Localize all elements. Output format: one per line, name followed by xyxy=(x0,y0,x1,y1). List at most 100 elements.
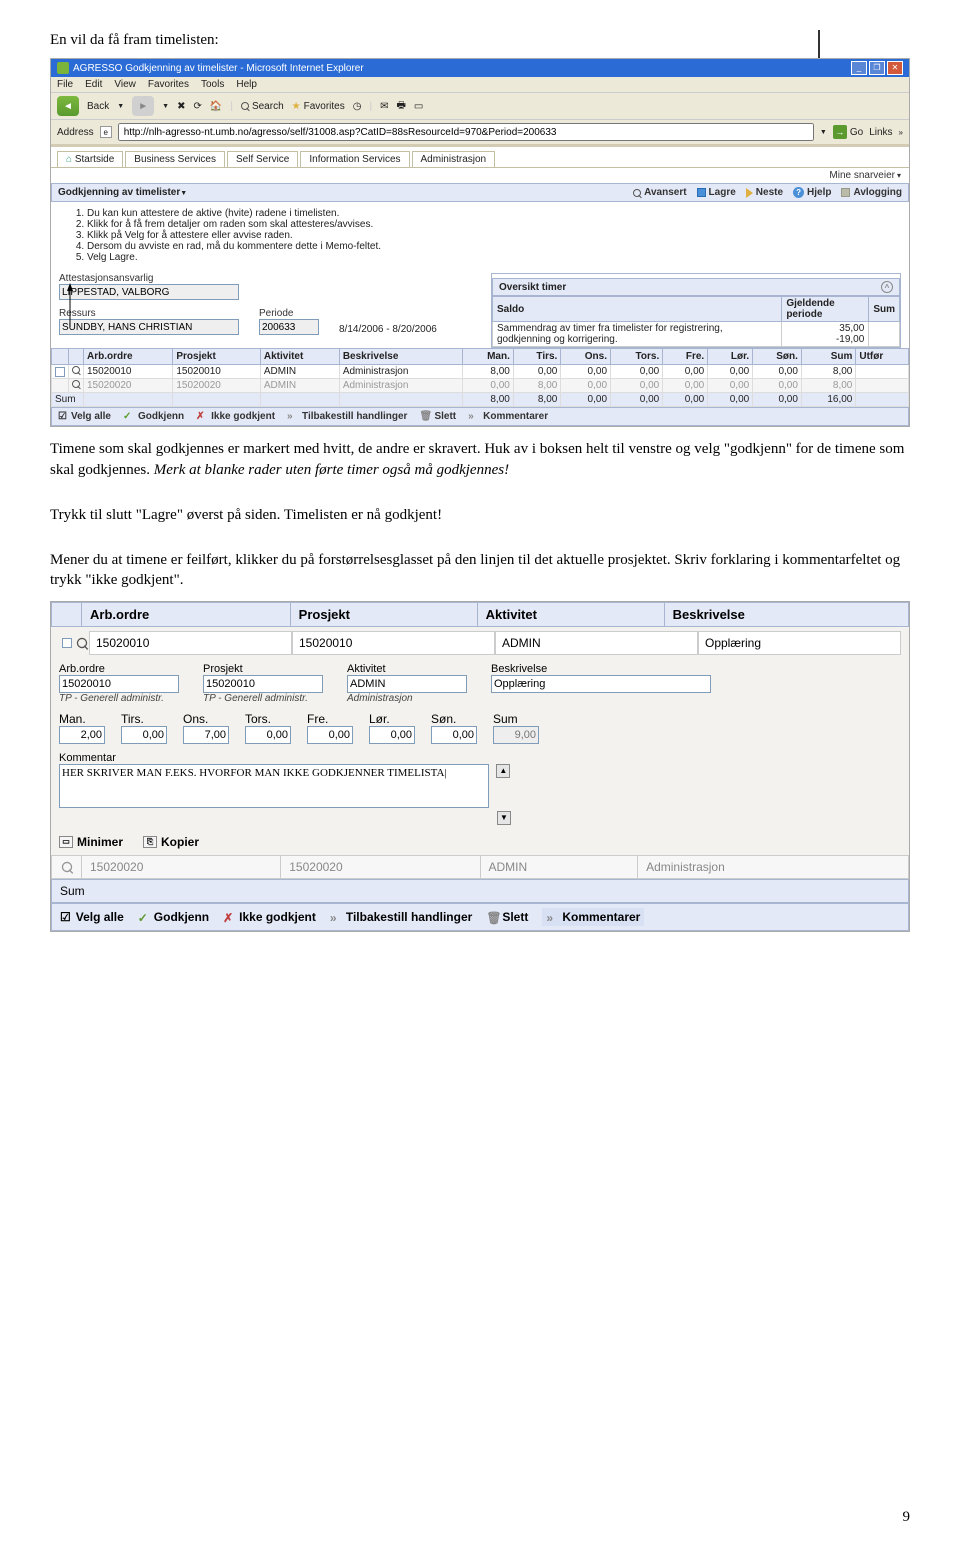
search-icon xyxy=(241,102,249,110)
kommentarer-button[interactable]: »Kommentarer xyxy=(468,411,548,422)
lbl-akt: Aktivitet xyxy=(347,663,467,675)
window-title: AGRESSO Godkjenning av timelister - Micr… xyxy=(73,63,364,74)
slett-button[interactable]: 🗑Slett xyxy=(486,908,528,926)
periode-field xyxy=(259,319,319,335)
address-label: Address xyxy=(57,127,94,138)
tilbakestill-button[interactable]: »Tilbakestill handlinger xyxy=(287,411,407,422)
key-icon xyxy=(841,188,850,197)
maximize-button[interactable]: ❐ xyxy=(869,61,885,75)
magnifier-icon[interactable] xyxy=(72,380,80,388)
akt-input[interactable] xyxy=(347,675,467,693)
star-icon: ★ xyxy=(292,101,301,112)
instr-4: Dersom du avviste en rad, må du kommente… xyxy=(87,241,899,252)
man-input[interactable] xyxy=(59,726,105,744)
row-checkbox[interactable] xyxy=(62,638,72,648)
app-icon xyxy=(57,62,69,74)
avansert-button[interactable]: Avansert xyxy=(633,187,686,198)
go-button[interactable]: →Go xyxy=(833,125,863,139)
minimize-button[interactable]: _ xyxy=(851,61,867,75)
stop-icon[interactable]: ✖ xyxy=(177,101,185,112)
tab-info[interactable]: Information Services xyxy=(300,151,409,167)
section-bar: Godkjenning av timelister▼ Avansert Lagr… xyxy=(51,183,909,202)
mail-icon[interactable]: ✉ xyxy=(380,101,388,112)
refresh-icon[interactable]: ⟳ xyxy=(194,101,202,112)
select-all-icon: ☑ xyxy=(60,910,71,924)
ikke-godkjent-button[interactable]: ✗Ikke godkjent xyxy=(223,908,316,926)
godkjenn-button[interactable]: ✓Godkjenn xyxy=(123,411,184,422)
lor-input[interactable] xyxy=(369,726,415,744)
history-icon[interactable]: ◷ xyxy=(353,101,362,112)
home-icon[interactable]: 🏠 xyxy=(210,101,222,112)
komm-label: Kommentar xyxy=(59,752,901,764)
ikke-godkjent-button[interactable]: ✗Ikke godkjent xyxy=(196,411,275,422)
kopier-button[interactable]: ⎘Kopier xyxy=(143,835,199,849)
back-button[interactable]: ◄ xyxy=(57,96,79,116)
menu-file[interactable]: File xyxy=(57,79,73,90)
hjelp-button[interactable]: ?Hjelp xyxy=(793,187,831,198)
arb-input[interactable] xyxy=(59,675,179,693)
comment-icon: » xyxy=(546,911,557,922)
velg-alle-button[interactable]: ☑Velg alle xyxy=(58,411,111,422)
address-input[interactable] xyxy=(118,123,814,141)
pros-cell: 15020010 xyxy=(292,631,495,655)
check-icon: ✓ xyxy=(123,411,134,422)
slett-button[interactable]: 🗑Slett xyxy=(419,411,456,422)
menu-favorites[interactable]: Favorites xyxy=(148,79,189,90)
edit-icon[interactable]: ▭ xyxy=(414,101,423,112)
avlogging-button[interactable]: Avlogging xyxy=(841,187,902,198)
grey-row: 15020020 15020020 ADMIN Administrasjon xyxy=(51,855,909,879)
search-button[interactable]: Search xyxy=(241,101,284,112)
favorites-button[interactable]: ★Favorites xyxy=(292,101,345,112)
pros-input[interactable] xyxy=(203,675,323,693)
lbl-arb: Arb.ordre xyxy=(59,663,179,675)
komm-textarea[interactable]: HER SKRIVER MAN F.EKS. HVORFOR MAN IKKE … xyxy=(59,764,489,808)
ressurs-field xyxy=(59,319,239,335)
instr-3: Klikk på Velg for å attestere eller avvi… xyxy=(87,230,899,241)
back-label[interactable]: Back xyxy=(87,101,109,112)
menu-tools[interactable]: Tools xyxy=(201,79,224,90)
menu-edit[interactable]: Edit xyxy=(85,79,102,90)
menu-view[interactable]: View xyxy=(114,79,136,90)
print-icon[interactable]: 🖶 xyxy=(396,98,405,115)
magnifier-icon[interactable] xyxy=(72,366,80,374)
row-checkbox[interactable] xyxy=(55,367,65,377)
besk-input[interactable] xyxy=(491,675,711,693)
menu-help[interactable]: Help xyxy=(236,79,257,90)
close-button[interactable]: ✕ xyxy=(887,61,903,75)
shortcuts-dropdown[interactable]: Mine snarveier xyxy=(829,170,901,181)
sum-input xyxy=(493,726,539,744)
son-input[interactable] xyxy=(431,726,477,744)
comment-icon: » xyxy=(468,411,479,422)
ons-input[interactable] xyxy=(183,726,229,744)
collapse-icon[interactable]: ^ xyxy=(881,281,893,293)
arrow-right-icon xyxy=(746,188,753,198)
tab-business[interactable]: Business Services xyxy=(125,151,225,167)
x-icon: ✗ xyxy=(196,411,207,422)
fre-input[interactable] xyxy=(307,726,353,744)
menubar: File Edit View Favorites Tools Help xyxy=(51,77,909,92)
scroll-down-icon[interactable]: ▼ xyxy=(497,811,511,825)
tors-input[interactable] xyxy=(245,726,291,744)
minimer-button[interactable]: ▭Minimer xyxy=(59,835,123,849)
links-label[interactable]: Links xyxy=(869,127,892,138)
tab-admin[interactable]: Administrasjon xyxy=(412,151,496,167)
tab-startside[interactable]: ⌂ Startside xyxy=(57,151,123,167)
besk-cell: Opplæring xyxy=(698,631,901,655)
tab-selfservice[interactable]: Self Service xyxy=(227,151,298,167)
velg-alle-button[interactable]: ☑Velg alle xyxy=(60,908,124,926)
sub-a: TP - Generell administr. xyxy=(59,693,179,704)
page-content: ⌂ Startside Business Services Self Servi… xyxy=(51,144,909,426)
tilbakestill-button[interactable]: »Tilbakestill handlinger xyxy=(330,908,472,926)
neste-button[interactable]: Neste xyxy=(746,187,783,198)
tirs-input[interactable] xyxy=(121,726,167,744)
magnifier-icon[interactable] xyxy=(77,637,87,647)
lagre-button[interactable]: Lagre xyxy=(697,187,736,198)
toolbar: ◄ Back ▼ ► ▼ ✖ ⟳ 🏠 | Search ★Favorites ◷… xyxy=(51,92,909,119)
scroll-up-icon[interactable]: ▲ xyxy=(496,764,510,778)
forward-button[interactable]: ► xyxy=(132,96,154,116)
kommentarer-button[interactable]: »Kommentarer xyxy=(542,908,644,926)
magnifier-icon[interactable] xyxy=(61,861,71,871)
hdr-akt: Aktivitet xyxy=(477,602,664,626)
titlebar: AGRESSO Godkjenning av timelister - Micr… xyxy=(51,59,909,77)
godkjenn-button[interactable]: ✓Godkjenn xyxy=(138,908,209,926)
